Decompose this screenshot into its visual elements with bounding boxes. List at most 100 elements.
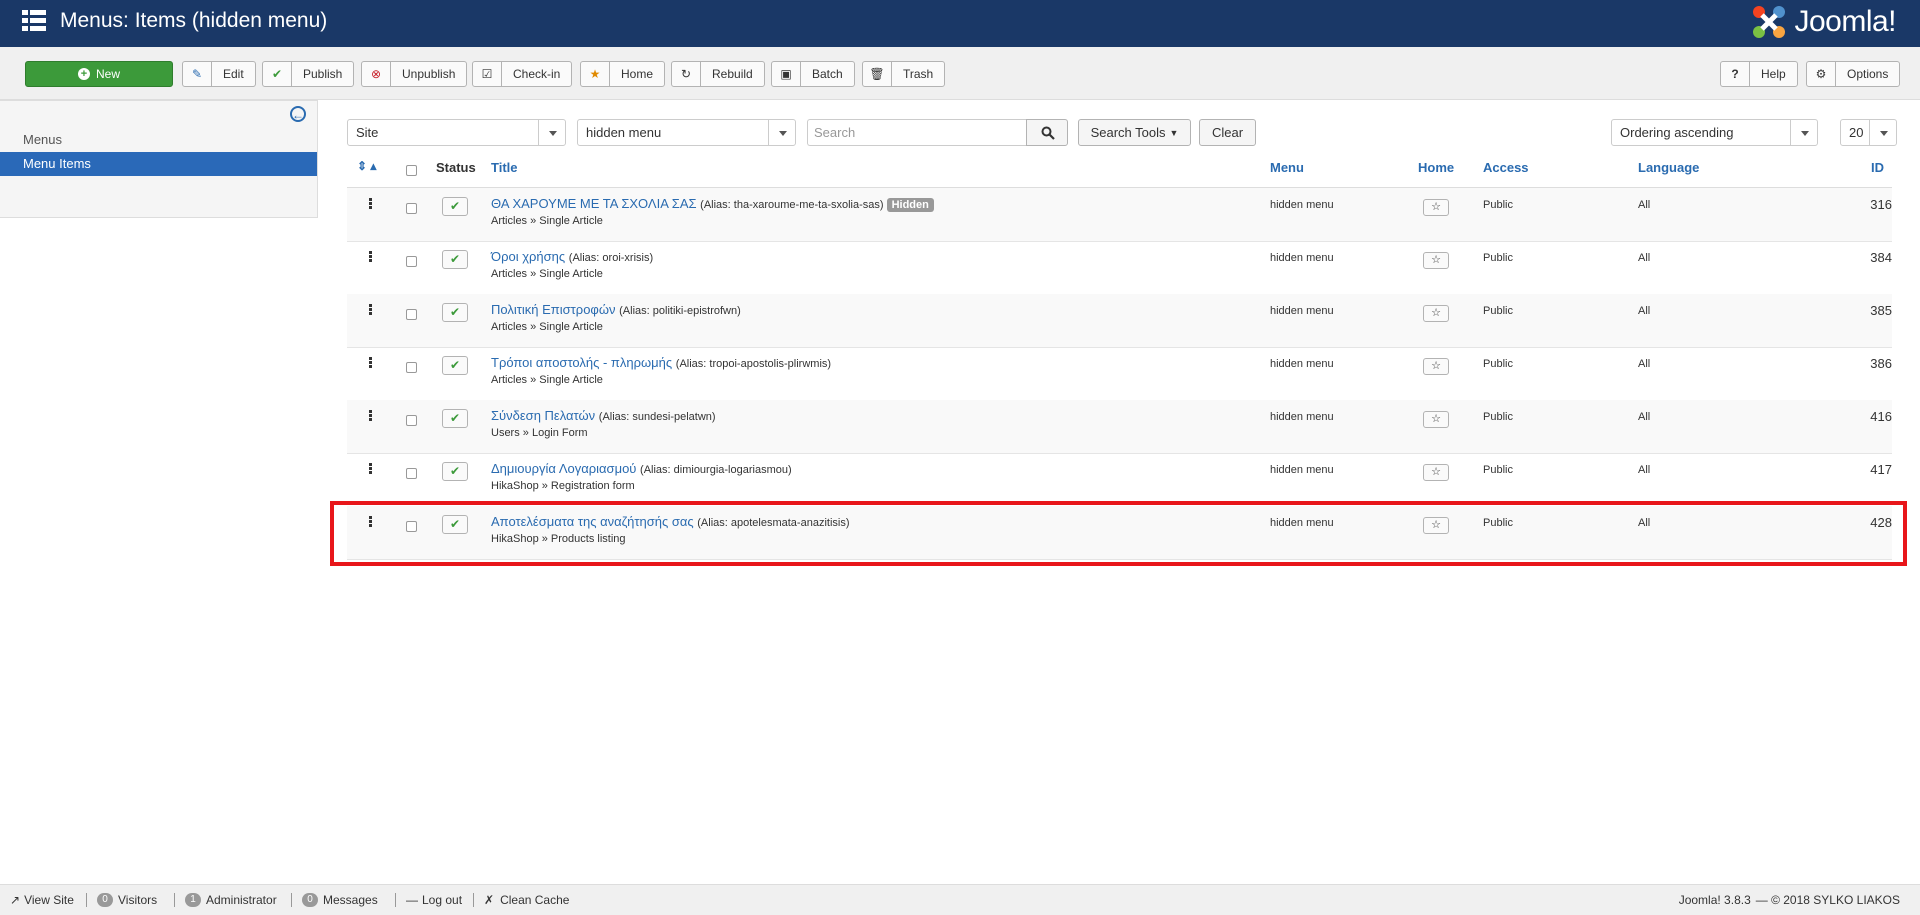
header-language[interactable]: Language (1638, 160, 1699, 175)
batch-button[interactable]: ▣ Batch (771, 61, 855, 87)
menutype-select[interactable]: hidden menu (577, 119, 796, 146)
row-checkbox[interactable] (406, 203, 417, 214)
question-icon: ? (1721, 62, 1750, 86)
collapse-sidebar-icon[interactable]: ← (290, 106, 306, 122)
new-button[interactable]: + New (25, 61, 173, 87)
joomla-logo: Joomla! (1750, 2, 1896, 42)
clean-cache-link[interactable]: ✗ Clean Cache (484, 893, 569, 907)
publish-button[interactable]: ✔ Publish (262, 61, 355, 87)
item-title-link[interactable]: ΘΑ ΧΑΡΟΥΜΕ ΜΕ ΤΑ ΣΧΟΛΙΑ ΣΑΣ (491, 196, 697, 211)
sidebar-item-menu-items[interactable]: Menu Items (0, 152, 317, 176)
limit-select-value: 20 (1849, 125, 1864, 140)
item-type: Articles » Single Article (491, 215, 603, 227)
drag-handle-icon[interactable] (369, 410, 372, 422)
status-footer: ↗ View Site 0 Visitors 1 Administrator 0… (0, 884, 1920, 915)
sidebar-item-menus[interactable]: Menus (0, 128, 317, 152)
unpublish-button[interactable]: ⊗ Unpublish (361, 61, 468, 87)
external-link-icon: ↗ (10, 893, 21, 907)
star-icon[interactable]: ☆ (1423, 464, 1449, 481)
row-checkbox[interactable] (406, 468, 417, 479)
view-site-link[interactable]: ↗ View Site (10, 893, 74, 907)
header-home[interactable]: Home (1418, 160, 1454, 175)
item-access: Public (1483, 464, 1513, 476)
administrator-link[interactable]: 1 Administrator (185, 893, 277, 907)
published-status-button[interactable]: ✔ (442, 409, 468, 428)
star-icon[interactable]: ☆ (1423, 358, 1449, 375)
item-title-link[interactable]: Σύνδεση Πελατών (491, 408, 595, 423)
rebuild-button[interactable]: ↻ Rebuild (671, 61, 765, 87)
logout-label: Log out (422, 893, 463, 907)
ordering-select[interactable]: Ordering ascending (1611, 119, 1818, 146)
logout-link[interactable]: — Log out (406, 893, 462, 907)
item-title-link[interactable]: Τρόποι αποστολής - πληρωμής (491, 355, 672, 370)
row-checkbox[interactable] (406, 415, 417, 426)
row-checkbox[interactable] (406, 362, 417, 373)
published-status-button[interactable]: ✔ (442, 250, 468, 269)
clear-button[interactable]: Clear (1199, 119, 1256, 146)
visitors-link[interactable]: 0 Visitors (97, 893, 157, 907)
published-status-button[interactable]: ✔ (442, 303, 468, 322)
item-language: All (1638, 305, 1651, 317)
item-language: All (1638, 464, 1651, 476)
item-id: 416 (1870, 409, 1892, 424)
header-id[interactable]: ID (1871, 160, 1884, 175)
drag-handle-icon[interactable] (369, 357, 372, 369)
drag-handle-icon[interactable] (369, 198, 372, 210)
drag-handle-icon[interactable] (369, 251, 372, 263)
menu-grid-icon[interactable] (22, 10, 46, 32)
home-button[interactable]: ★ Home (580, 61, 666, 87)
select-all-checkbox[interactable] (406, 165, 417, 176)
header-menu[interactable]: Menu (1270, 160, 1304, 175)
item-type: Users » Login Form (491, 427, 588, 439)
item-title-link[interactable]: Όροι χρήσης (491, 249, 565, 264)
checkin-button-label: Check-in (513, 67, 561, 81)
hidden-badge: Hidden (886, 198, 934, 212)
check-icon: ✔ (263, 62, 292, 86)
messages-link[interactable]: 0 Messages (302, 893, 378, 907)
item-access: Public (1483, 252, 1513, 264)
messages-label: Messages (323, 893, 378, 907)
star-icon[interactable]: ☆ (1423, 411, 1449, 428)
help-button[interactable]: ? Help (1720, 61, 1798, 87)
client-select[interactable]: Site (347, 119, 566, 146)
header-title[interactable]: Title (491, 160, 518, 175)
item-title-link[interactable]: Δημιουργία Λογαριασμού (491, 461, 636, 476)
chevron-down-icon (1869, 120, 1896, 145)
star-icon[interactable]: ☆ (1423, 305, 1449, 322)
star-icon[interactable]: ☆ (1423, 199, 1449, 216)
drag-handle-icon[interactable] (369, 304, 372, 316)
item-alias: (Alias: dimiourgia-logariasmou) (640, 464, 792, 476)
item-menu: hidden menu (1270, 305, 1334, 317)
clean-cache-label: Clean Cache (500, 893, 570, 907)
options-button[interactable]: ⚙ Options (1806, 61, 1901, 87)
drag-handle-icon[interactable] (369, 463, 372, 475)
item-access: Public (1483, 358, 1513, 370)
item-type: Articles » Single Article (491, 268, 603, 280)
header-status[interactable]: Status (436, 160, 476, 175)
published-status-button[interactable]: ✔ (442, 462, 468, 481)
item-access: Public (1483, 305, 1513, 317)
sidebar: ← Menus Menu Items (0, 100, 318, 218)
row-checkbox[interactable] (406, 309, 417, 320)
search-button[interactable] (1026, 119, 1068, 146)
limit-select[interactable]: 20 (1840, 119, 1897, 146)
header-access[interactable]: Access (1483, 160, 1529, 175)
version-info: Joomla! 3.8.3 — © 2018 SYLKO LIAKOS (1679, 893, 1900, 907)
item-title-link[interactable]: Πολιτική Επιστροφών (491, 302, 616, 317)
highlight-box (330, 501, 1907, 566)
checkin-icon: ☑ (473, 62, 502, 86)
item-alias: (Alias: tropoi-apostolis-plirwmis) (675, 358, 832, 370)
row-checkbox[interactable] (406, 256, 417, 267)
published-status-button[interactable]: ✔ (442, 197, 468, 216)
checkin-button[interactable]: ☑ Check-in (472, 61, 573, 87)
search-input[interactable] (807, 119, 1026, 146)
chevron-down-icon (1790, 120, 1817, 145)
plus-icon: + (77, 68, 90, 80)
edit-button[interactable]: ✎ Edit (182, 61, 256, 87)
item-menu: hidden menu (1270, 411, 1334, 423)
published-status-button[interactable]: ✔ (442, 356, 468, 375)
sort-ordering-icon[interactable]: ⇕ ▴ (357, 159, 376, 173)
star-icon[interactable]: ☆ (1423, 252, 1449, 269)
trash-button[interactable]: 🗑 Trash (862, 61, 946, 87)
search-tools-button[interactable]: Search Tools ▼ (1078, 119, 1191, 146)
